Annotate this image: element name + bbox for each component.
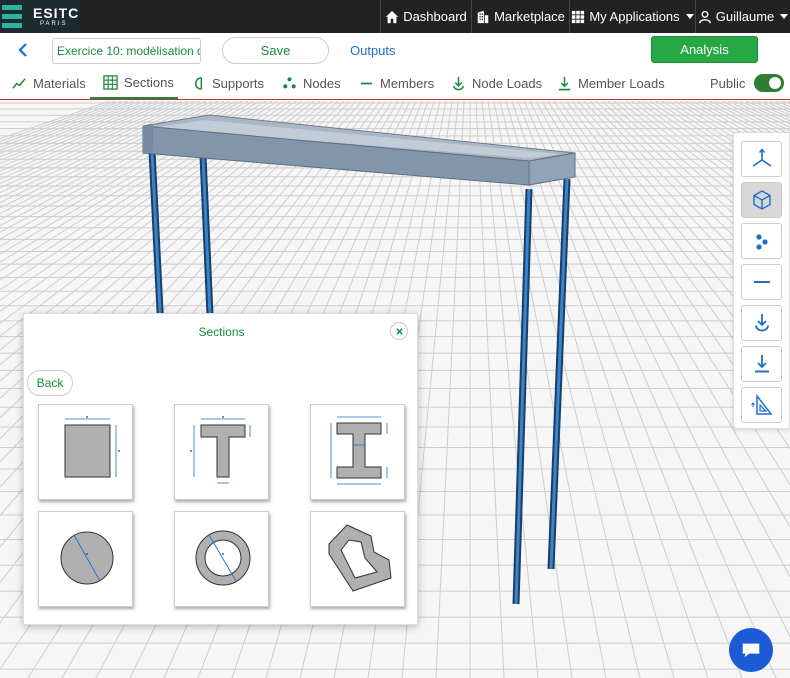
chevron-left-icon[interactable] <box>16 42 30 58</box>
rectangle-section-card[interactable] <box>38 404 133 500</box>
user-icon <box>698 10 711 23</box>
tab-node-loads[interactable]: Node Loads <box>451 67 542 99</box>
chart-line-icon <box>12 77 26 89</box>
node-loads-view-button[interactable] <box>741 305 782 341</box>
tab-members[interactable]: Members <box>359 67 434 99</box>
ruler-triangle-icon <box>750 393 773 415</box>
node-load-icon <box>453 76 464 90</box>
nav-user-menu[interactable]: Guillaume <box>695 0 790 33</box>
toggle-knob <box>769 77 781 89</box>
tab-nodes-label: Nodes <box>303 75 341 91</box>
brand-name: ESITC <box>33 5 80 21</box>
close-button[interactable] <box>390 322 408 340</box>
tee-section-icon <box>190 416 251 484</box>
tab-materials-label: Materials <box>33 75 86 91</box>
axes-view-button[interactable] <box>741 141 782 177</box>
table-grid-icon <box>103 74 118 90</box>
home-icon <box>386 10 399 23</box>
chat-bubble-icon <box>742 643 760 658</box>
sections-panel-title: Sections <box>198 325 245 339</box>
polygon-section-card[interactable] <box>310 511 405 607</box>
nav-dashboard[interactable]: Dashboard <box>380 0 471 33</box>
tab-materials[interactable]: Materials <box>12 67 86 99</box>
tube-section-icon <box>195 530 251 586</box>
grid-apps-icon <box>572 10 585 23</box>
nodes-view-button[interactable] <box>741 223 782 259</box>
building-icon <box>477 10 489 23</box>
tab-member-loads-label: Member Loads <box>578 75 665 91</box>
view-tools-panel <box>733 132 790 429</box>
nav-dashboard-label: Dashboard <box>403 9 467 24</box>
rectangle-section-icon <box>64 416 120 478</box>
nav-my-applications-label: My Applications <box>589 9 680 24</box>
axes-icon <box>752 148 771 167</box>
chat-button[interactable] <box>729 628 773 672</box>
measure-view-button[interactable] <box>741 387 782 423</box>
logo-mark-icon <box>0 3 24 30</box>
tab-members-label: Members <box>380 75 435 91</box>
close-icon <box>395 327 403 335</box>
i-beam-section-card[interactable] <box>310 404 405 500</box>
nodes-icon <box>283 76 296 88</box>
tab-sections[interactable]: Sections <box>90 67 178 99</box>
nav-marketplace-label: Marketplace <box>494 9 565 24</box>
tube-section-card[interactable] <box>174 511 269 607</box>
save-button[interactable]: Save <box>222 37 329 64</box>
model-tabs: Materials Sections Supports Nodes Member… <box>0 67 790 100</box>
tab-sections-label: Sections <box>124 74 174 90</box>
project-title-input[interactable]: Exercice 10: modélisation d'u <box>52 38 201 64</box>
polygon-section-icon <box>328 524 392 592</box>
tab-supports-label: Supports <box>212 75 265 91</box>
public-label: Public <box>710 76 746 91</box>
chevron-down-icon <box>685 14 694 19</box>
tab-supports[interactable]: Supports <box>191 67 264 99</box>
nav-user-label: Guillaume <box>715 9 775 24</box>
i-beam-section-icon <box>330 416 388 485</box>
chevron-down-icon <box>780 14 789 19</box>
sections-panel: Sections Back <box>23 313 418 625</box>
tab-member-loads[interactable]: Member Loads <box>557 67 665 99</box>
top-navbar: ESITC PARIS Dashboard Marketplace My App… <box>0 0 790 33</box>
member-loads-view-button[interactable] <box>741 346 782 382</box>
nav-marketplace[interactable]: Marketplace <box>471 0 569 33</box>
member-line-icon <box>753 281 770 283</box>
project-toolbar: Exercice 10: modélisation d'u Save Outpu… <box>0 33 790 67</box>
circle-section-icon <box>60 531 114 585</box>
node-load-icon <box>754 314 769 332</box>
nodes-icon <box>755 234 768 250</box>
public-toggle[interactable] <box>754 74 784 92</box>
member-line-icon <box>360 82 373 84</box>
circle-section-card[interactable] <box>38 511 133 607</box>
members-view-button[interactable] <box>741 264 782 300</box>
nav-my-applications[interactable]: My Applications <box>569 0 695 33</box>
brand-sub: PARIS <box>40 21 68 27</box>
analysis-button[interactable]: Analysis <box>651 36 758 63</box>
tab-nodes[interactable]: Nodes <box>282 67 341 99</box>
cube-view-button[interactable] <box>741 182 782 218</box>
tab-node-loads-label: Node Loads <box>472 75 543 91</box>
esitc-logo[interactable]: ESITC PARIS <box>0 0 80 33</box>
member-load-icon <box>754 355 769 373</box>
tee-section-card[interactable] <box>174 404 269 500</box>
outputs-link[interactable]: Outputs <box>350 43 396 58</box>
support-icon <box>195 76 203 90</box>
member-load-icon <box>558 76 571 90</box>
cube-icon <box>752 190 771 210</box>
back-button[interactable]: Back <box>27 370 73 396</box>
